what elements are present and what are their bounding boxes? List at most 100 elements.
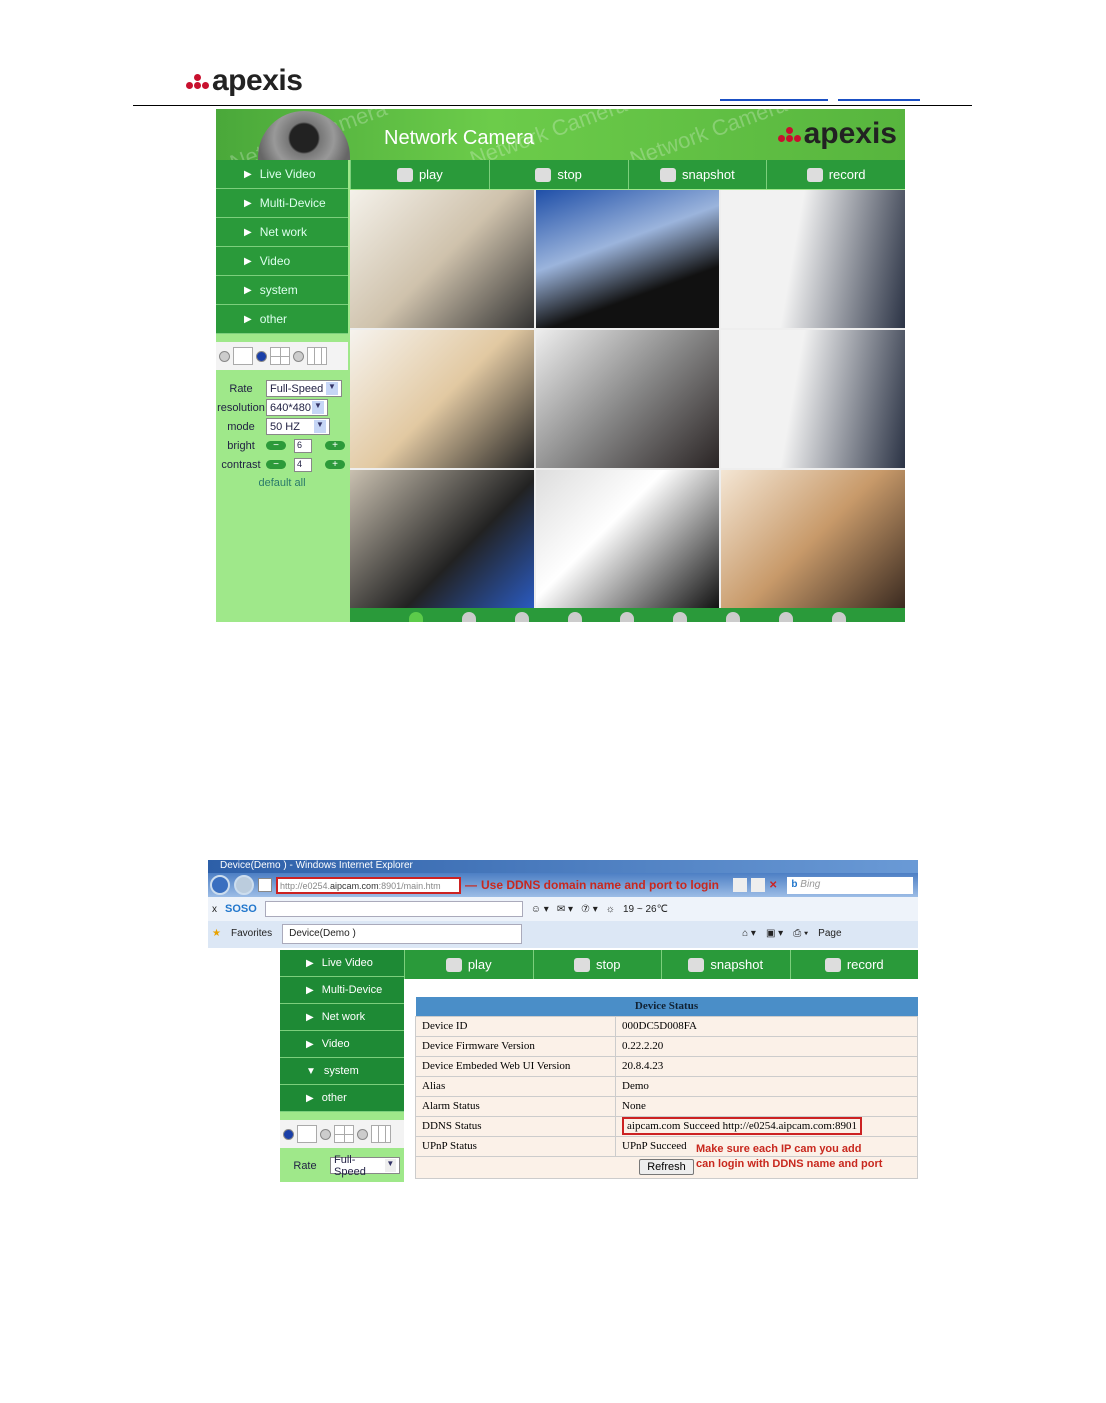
row-value-text: aipcam.com Succeed http://e0254.aipcam.c… [622,1117,863,1135]
channel-button-icon[interactable] [409,612,424,622]
snapshot-button[interactable]: snapshot [627,160,767,189]
sidebar-item[interactable]: ▶ Live Video [216,160,348,189]
video-cell[interactable] [535,330,720,468]
record-button[interactable]: record [789,950,919,979]
mode-select[interactable]: 50 HZ ▼ [266,418,330,435]
browser-tab[interactable]: Device(Demo ) [282,923,523,944]
layout-radio-9[interactable] [293,350,304,362]
soso-search-input[interactable] [264,901,523,917]
record-icon [824,957,841,972]
button-label: snapshot [710,957,764,972]
resolution-select[interactable]: 640*480 ▼ [266,399,328,416]
mail-icon[interactable]: ✉ ▾ [557,904,573,915]
stop-button[interactable]: stop [532,950,662,979]
row-value: Demo [615,1075,918,1097]
sidebar-item[interactable]: ▶ Net work [280,1004,404,1031]
button-label: record [828,167,866,182]
stop-button[interactable]: stop [488,160,628,189]
back-button[interactable] [210,875,230,895]
feeds-icon[interactable]: ▣ ▾ [766,928,783,939]
table-row: Alarm Status None [415,1095,918,1117]
favorites-button[interactable]: Favorites [231,928,272,939]
tool-icon[interactable]: ☺ ▾ [531,904,549,915]
sidebar-item[interactable]: ▶ Multi-Device [216,189,348,218]
contrast-value[interactable]: 4 [294,457,312,472]
sidebar-item-label: other [321,1092,347,1104]
triangle-right-icon: ▶ [244,313,252,325]
button-label: record [846,957,884,972]
sidebar-item[interactable]: ▶ Live Video [280,950,404,977]
row-value: 20.8.4.23 [615,1055,918,1077]
video-cell[interactable] [350,330,534,468]
default-all-link[interactable]: default all [216,477,348,489]
calendar-icon[interactable]: ⑦ ▾ [581,904,598,915]
video-cell[interactable] [535,470,720,608]
row-label: Alarm Status [415,1095,616,1117]
channel-button-icon[interactable] [831,612,846,622]
print-icon[interactable]: ⎙ ▾ [793,928,808,939]
search-input[interactable]: b Bing [787,876,914,894]
snapshot-button[interactable]: snapshot [661,950,790,979]
layout-radio-9[interactable] [357,1128,368,1140]
channel-button-icon[interactable] [462,612,477,622]
channel-button-icon[interactable] [778,612,793,622]
row-value-text: 20.8.4.23 [622,1060,664,1072]
sidebar-item[interactable]: ▶ Video [280,1031,404,1058]
play-button[interactable]: play [404,950,533,979]
video-cell[interactable] [721,330,905,468]
video-cell[interactable] [350,470,534,608]
mode-value: 50 HZ [270,420,300,433]
stop-icon[interactable]: ✕ [769,880,777,891]
video-cell[interactable] [535,190,720,328]
channel-button-icon[interactable] [725,612,740,622]
bright-value[interactable]: 6 [294,438,312,453]
play-button[interactable]: play [350,160,489,189]
channel-button-icon[interactable] [567,612,582,622]
channel-button-icon[interactable] [514,612,529,622]
row-label: Device Firmware Version [415,1035,616,1057]
video-cell[interactable] [350,190,534,328]
sidebar-item[interactable]: ▶ Multi-Device [280,977,404,1004]
bing-icon: b [791,878,801,890]
home-icon[interactable]: ⌂ ▾ [742,928,756,939]
sidebar-item[interactable]: ▶ other [280,1085,404,1112]
sidebar-item[interactable]: ▶ other [216,305,348,334]
video-cell[interactable] [721,470,905,608]
bright-plus-button[interactable]: + [325,441,345,451]
forward-button[interactable] [234,875,254,895]
brand-text: apexis [803,117,897,150]
header-link[interactable] [838,99,920,101]
refresh-button[interactable]: Refresh [639,1159,694,1175]
record-button[interactable]: record [766,160,905,189]
rate-select[interactable]: Full-Speed ▼ [266,380,342,397]
sidebar-item[interactable]: ▶ Video [216,247,348,276]
bright-minus-button[interactable]: − [266,441,286,451]
rate-value: Full-Speed [270,382,324,395]
channel-button-icon[interactable] [673,612,688,622]
header-link[interactable] [720,99,828,101]
layout-radio-4[interactable] [256,350,267,362]
rate-value: Full-Speed [334,1153,366,1178]
contrast-minus-button[interactable]: − [266,460,286,470]
layout-radio-1[interactable] [283,1128,294,1140]
soso-logo: SOSO [225,903,257,915]
sidebar-item[interactable]: ▶ Net work [216,218,348,247]
layout-radio-1[interactable] [219,350,230,362]
compat-icon[interactable] [733,878,748,892]
sidebar-item[interactable]: ▼ system [280,1058,404,1085]
refresh-icon[interactable] [751,878,766,892]
sidebar-item-label: system [259,283,298,297]
page-menu[interactable]: Page [818,928,841,939]
url-annotation: Use DDNS domain name and port to login [481,878,720,892]
triangle-right-icon: ▶ [244,255,252,267]
contrast-plus-button[interactable]: + [325,460,345,470]
close-toolbar-icon[interactable]: x [212,904,217,915]
row-label: Alias [415,1075,616,1097]
address-bar[interactable]: http://e0254.aipcam.com:8901/main.htm [276,876,461,894]
video-cell[interactable] [721,190,905,328]
channel-button-icon[interactable] [620,612,635,622]
quad-view-icon [334,1125,354,1143]
sidebar-item[interactable]: ▶ system [216,276,348,305]
layout-radio-4[interactable] [320,1128,331,1140]
rate-select[interactable]: Full-Speed ▼ [330,1154,400,1178]
